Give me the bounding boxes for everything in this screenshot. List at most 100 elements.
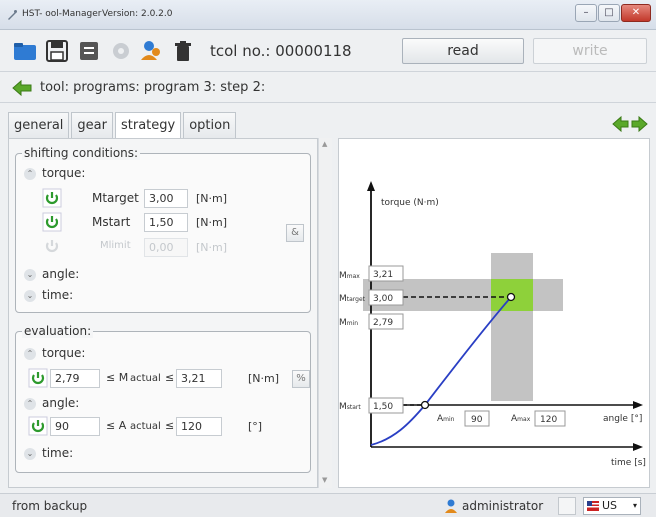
y-axis-arrow xyxy=(367,181,375,191)
target-point xyxy=(506,292,516,302)
angle-max-input[interactable]: 120 xyxy=(176,417,222,436)
angle-axis-arrow xyxy=(633,401,643,409)
status-text: from backup xyxy=(12,499,88,513)
time-axis-arrow xyxy=(633,443,643,451)
mtarget-label: Mtarget xyxy=(92,191,139,205)
time-label: time: xyxy=(42,288,74,302)
mstart-input[interactable]: 1,50 xyxy=(144,213,188,232)
chevron-down-icon[interactable]: ⌄ xyxy=(24,290,36,302)
flag-us-icon xyxy=(587,501,599,511)
evaluation-title: evaluation: xyxy=(22,324,94,338)
angle-label: angle: xyxy=(42,267,80,281)
torque-label: torque: xyxy=(42,166,86,180)
nav-arrows xyxy=(612,115,648,133)
save-icon[interactable] xyxy=(44,38,70,64)
tab-general[interactable]: general xyxy=(8,112,70,138)
power-toggle-icon[interactable] xyxy=(28,416,48,436)
window-version: Version: 2.0.2.0 xyxy=(102,9,173,19)
tab-bar: general gear strategy option xyxy=(8,112,238,139)
mmin-value: 2,79 xyxy=(373,318,393,328)
chevron-down-icon[interactable]: ⌄ xyxy=(24,269,36,281)
back-arrow-icon[interactable] xyxy=(12,79,32,97)
mlimit-label: Mlimit xyxy=(100,240,131,251)
eval-time-label: time: xyxy=(42,446,74,460)
gear-icon[interactable] xyxy=(108,38,134,64)
mmin-name: Mmin xyxy=(339,318,358,328)
torque-min-input[interactable]: 2,79 xyxy=(50,369,100,388)
angle-band xyxy=(491,253,533,401)
tab-option[interactable]: option xyxy=(183,112,237,138)
x-axis-label: angle [°] xyxy=(603,414,642,424)
tool-number: tcol no.: 00000118 xyxy=(210,42,352,60)
amax-value: 120 xyxy=(540,415,557,425)
amin-name: Amin xyxy=(437,414,455,424)
vertical-scrollbar[interactable]: ▲ ▼ xyxy=(318,138,332,488)
mmax-name: Mmax xyxy=(339,271,360,281)
mstart-unit: [N·m] xyxy=(196,216,228,229)
eval-torque-label: torque: xyxy=(42,346,86,360)
angle-min-input[interactable]: 90 xyxy=(50,417,100,436)
mtarget-name: Mtarget xyxy=(339,294,366,304)
language-value: US xyxy=(602,499,618,512)
folder-icon[interactable] xyxy=(12,38,38,64)
toolbar: tcol no.: 00000118 read write xyxy=(0,30,656,72)
angle-op1: ≤ A xyxy=(106,419,127,432)
write-button[interactable]: write xyxy=(533,38,647,64)
breadcrumb-bar: tool: programs: program 3: step 2: xyxy=(0,73,656,103)
link-button[interactable]: & xyxy=(286,224,304,242)
prev-arrow-icon[interactable] xyxy=(612,115,629,133)
mstart-label: Mstart xyxy=(92,215,131,229)
app-icon xyxy=(8,10,17,20)
next-arrow-icon[interactable] xyxy=(631,115,648,133)
close-button[interactable]: ✕ xyxy=(621,4,651,22)
page-icon[interactable] xyxy=(558,497,576,515)
y-axis-label: torque (N·m) xyxy=(381,198,439,208)
breadcrumb: tool: programs: program 3: step 2: xyxy=(40,80,266,95)
shifting-conditions-title: shifting conditions: xyxy=(22,146,141,160)
power-toggle-icon xyxy=(45,240,59,253)
minimize-button[interactable]: – xyxy=(575,4,597,22)
trash-icon[interactable] xyxy=(170,38,196,64)
window-title: HST- ool-Manager xyxy=(22,9,102,19)
shifting-conditions-group: shifting conditions: ⌃ torque: Mtarget 3… xyxy=(15,146,311,313)
mtarget-unit: [N·m] xyxy=(196,192,228,205)
mlimit-input: 0,00 xyxy=(144,238,188,257)
power-toggle-icon[interactable] xyxy=(42,212,62,232)
users-icon[interactable] xyxy=(138,38,164,64)
maximize-button[interactable]: □ xyxy=(598,4,620,22)
chevron-up-icon[interactable]: ⌃ xyxy=(24,168,36,180)
mlimit-unit: [N·m] xyxy=(196,241,228,254)
strategy-panel: shifting conditions: ⌃ torque: Mtarget 3… xyxy=(8,138,318,488)
chevron-down-icon: ▾ xyxy=(632,501,637,510)
tab-gear[interactable]: gear xyxy=(71,112,113,138)
torque-unit: [N·m] xyxy=(248,372,280,385)
chevron-up-icon[interactable]: ⌃ xyxy=(24,398,36,410)
language-select[interactable]: US ▾ xyxy=(583,497,641,515)
list-icon[interactable] xyxy=(76,38,102,64)
angle-actual-sub: actual xyxy=(130,421,161,432)
tab-strategy[interactable]: strategy xyxy=(114,112,182,139)
user-icon xyxy=(445,499,457,513)
torque-max-input[interactable]: 3,21 xyxy=(176,369,222,388)
chevron-up-icon[interactable]: ⌃ xyxy=(24,348,36,360)
power-toggle-icon[interactable] xyxy=(28,368,48,388)
mstart-name: Mstart xyxy=(339,402,361,412)
torque-actual-sub: actual xyxy=(130,373,161,384)
read-button[interactable]: read xyxy=(402,38,524,64)
strategy-diagram: torque (N·m) angle [°] time [s] Mmax 3,2… xyxy=(338,138,650,488)
scroll-down-icon[interactable]: ▼ xyxy=(322,476,327,484)
user-name[interactable]: administrator xyxy=(462,499,543,513)
time-axis-label: time [s] xyxy=(611,458,646,468)
scroll-up-icon[interactable]: ▲ xyxy=(322,140,327,148)
angle-unit: [°] xyxy=(248,420,263,433)
angle-op2: ≤ xyxy=(165,419,175,432)
torque-op1: ≤ M xyxy=(106,371,129,384)
diagram-svg: torque (N·m) angle [°] time [s] Mmax 3,2… xyxy=(339,181,646,468)
amax-name: Amax xyxy=(511,414,531,424)
mtarget-input[interactable]: 3,00 xyxy=(144,189,188,208)
status-bar: from backup administrator US ▾ xyxy=(0,493,656,517)
percent-button[interactable]: % xyxy=(292,370,310,388)
power-toggle-icon[interactable] xyxy=(42,188,62,208)
start-point xyxy=(420,400,430,410)
chevron-down-icon[interactable]: ⌄ xyxy=(24,448,36,460)
